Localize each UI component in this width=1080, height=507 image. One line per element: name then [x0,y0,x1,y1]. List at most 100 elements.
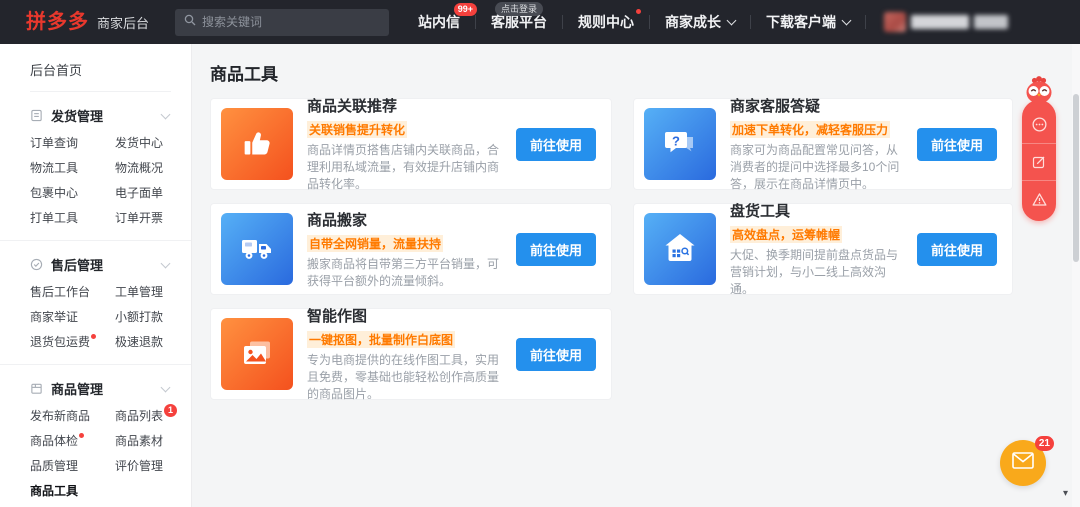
thumb-up-icon [221,108,293,180]
sidebar-item[interactable]: 工单管理 [115,280,191,305]
card-title: 商家客服答疑 [730,98,821,115]
pinduoduo-logo[interactable]: 拼多多 [26,0,89,44]
warehouse-icon [644,213,716,285]
sidebar-item[interactable]: 订单开票 [115,206,191,231]
help-widget [1022,76,1056,221]
go-use-button[interactable]: 前往使用 [515,127,596,161]
sidebar-item[interactable]: 打单工具 [30,206,115,231]
page-scrollbar [1072,44,1080,507]
chat-dots-icon[interactable] [1022,106,1056,143]
page-title: 商品工具 [210,65,278,84]
go-use-button[interactable]: 前往使用 [515,232,596,266]
sidebar-item[interactable]: 售后工作台 [30,280,115,305]
go-use-button[interactable]: 前往使用 [916,127,997,161]
sidebar-item[interactable]: 发货中心 [115,131,191,156]
tool-card-product-move: 商品搬家 自带全网销量，流量扶持 搬家商品将自带第三方平台销量，可获得平台额外的… [210,203,612,295]
chevron-down-icon [726,15,737,26]
document-icon [30,109,44,123]
chevron-down-icon [160,109,171,119]
card-description: 大促、换季期间提前盘点货品与营销计划，与小二线上高效沟通。 [730,248,899,296]
sidebar-group-product: 商品管理 发布新商品 商品列表 1 商品体检 商品素材 品质管理 评价管理 商品工… [0,364,191,507]
sidebar-item[interactable]: 商品素材 [115,429,191,454]
nav-rule-center[interactable]: 规则中心 [563,0,649,44]
sidebar-group-shipping-header[interactable]: 发货管理 [0,102,191,131]
warning-icon[interactable] [1022,180,1056,217]
sidebar-group-aftersale: 售后管理 售后工作台 工单管理 商家举证 小额打款 退货包运费 极速退款 [0,240,191,364]
avatar [884,12,906,32]
sidebar-item[interactable]: 退货包运费 [30,330,115,355]
card-highlight: 高效盘点，运筹帷幄 [730,226,843,243]
truck-icon [221,213,293,285]
message-count-badge: 21 [1034,436,1054,451]
card-description: 商家可为商品配置常见问答，从消费者的提问中选择最多10个问答，展示在商品详情页中… [730,143,900,191]
blurred-meta [974,15,1008,29]
card-title: 商品搬家 [307,211,368,229]
cursor-caret-icon: ▾ [1062,488,1068,499]
sidebar-item[interactable]: 电子面单 [115,181,191,206]
unread-count-badge: 99+ [453,3,477,16]
topbar: 拼多多 商家后台 站内信 99+ 客服平台 点击登录 规则中心 商家成长 下载客… [0,0,1080,44]
sidebar-item[interactable]: 商家举证 [30,305,115,330]
tool-card-customer-service-qa: ? 商家客服答疑 加速下单转化，减轻客服压力 商家可为商品配置常见问答，从消费者… [633,98,1013,191]
sidebar-item[interactable]: 发布新商品 [30,404,115,429]
sidebar-group-product-header[interactable]: 商品管理 [0,375,191,404]
go-use-button[interactable]: 前往使用 [515,337,596,371]
sidebar-item[interactable]: 小额打款 [115,305,191,330]
nav-site-mail[interactable]: 站内信 99+ [403,0,477,44]
notification-dot [79,433,85,438]
notification-dot [91,334,97,339]
tool-card-inventory: 盘货工具 高效盘点，运筹帷幄 大促、换季期间提前盘点货品与营销计划，与小二线上高… [633,203,1013,296]
sidebar-item[interactable]: 物流工具 [30,156,115,181]
nav-download-client[interactable]: 下载客户端 [751,0,865,44]
envelope-icon [1012,452,1034,474]
sidebar-group-aftersale-header[interactable]: 售后管理 [0,251,191,280]
tool-card-grid: 商品关联推荐 关联销售提升转化 商品详情页搭售店铺内关联商品，合理利用私域流量，… [210,98,1080,401]
sidebar-item[interactable]: 评价管理 [115,454,191,479]
go-use-button[interactable]: 前往使用 [916,232,997,266]
blurred-username [911,15,969,29]
card-title: 盘货工具 [730,203,791,220]
card-description: 专为电商提供的在线作图工具，实用且免费，零基础也能轻松创作高质量的商品图片。 [307,353,500,401]
product-name: 商家后台 [97,15,150,31]
search-icon [184,13,196,31]
sidebar: 后台首页 发货管理 订单查询 发货中心 物流工具 物流概况 包裹中心 电子面单 … [0,44,192,507]
card-highlight: 关联销售提升转化 [307,121,408,138]
main-content: 商品工具 商品关联推荐 关联销售提升转化 商品详情页搭售店铺内关联商品，合理利用… [193,44,1080,507]
card-highlight: 自带全网销量，流量扶持 [307,234,444,252]
mascot-bird-icon [1022,76,1056,109]
sidebar-item[interactable]: 包裹中心 [30,181,115,206]
chevron-down-icon [160,382,171,392]
card-highlight: 加速下单转化，减轻客服压力 [730,121,891,138]
card-title: 智能作图 [307,308,368,325]
card-title: 商品关联推荐 [307,98,398,115]
messages-fab[interactable]: 21 [1000,436,1054,486]
sidebar-item[interactable]: 极速退款 [115,330,191,355]
notification-dot [636,9,641,14]
nav-customer-service-platform[interactable]: 客服平台 点击登录 [476,0,562,44]
sidebar-item[interactable]: 订单查询 [30,131,115,156]
edit-icon[interactable] [1022,143,1056,180]
divider [865,15,866,29]
card-highlight: 一键抠图，批量制作白底图 [307,331,456,348]
global-search[interactable] [175,8,390,36]
count-badge: 1 [164,404,178,417]
card-description: 搬家商品将自带第三方平台销量，可获得平台额外的流量倾斜。 [307,256,500,288]
sidebar-item-home[interactable]: 后台首页 [30,44,171,92]
click-login-badge: 点击登录 [494,2,544,16]
question-bubble-icon: ? [644,108,716,180]
tool-card-smart-image: 智能作图 一键抠图，批量制作白底图 专为电商提供的在线作图工具，实用且免费，零基… [210,308,612,401]
nav-merchant-growth[interactable]: 商家成长 [650,0,750,44]
scrollbar-thumb[interactable] [1073,94,1079,262]
sidebar-item[interactable]: 商品列表 1 [115,404,191,429]
user-account-blurred[interactable] [884,12,1008,32]
sidebar-item[interactable]: 商品体检 [30,429,115,454]
card-description: 商品详情页搭售店铺内关联商品，合理利用私域流量，有效提升店铺内商品转化率。 [307,143,500,191]
sidebar-item[interactable]: 物流概况 [115,156,191,181]
sidebar-item[interactable]: 品质管理 [30,454,115,479]
package-icon [30,382,44,396]
topbar-nav: 站内信 99+ 客服平台 点击登录 规则中心 商家成长 下载客户端 [403,0,866,44]
chevron-down-icon [160,258,171,268]
shield-check-icon [30,258,44,272]
search-input[interactable] [202,15,381,29]
sidebar-item-product-tools[interactable]: 商品工具 [30,479,115,504]
